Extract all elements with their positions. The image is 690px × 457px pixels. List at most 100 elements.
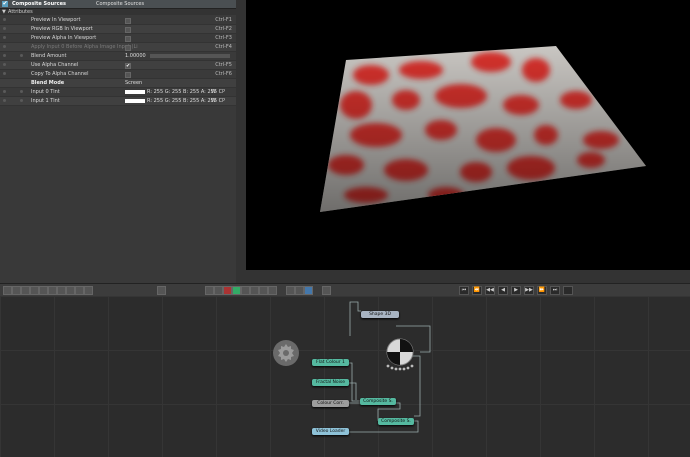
attr-label: Input 1 Tint	[31, 98, 60, 104]
attributes-section-header[interactable]: ▼ Attributes	[0, 9, 236, 15]
preview-viewport-checkbox[interactable]	[125, 18, 131, 24]
link-dot-icon[interactable]	[20, 54, 23, 57]
expose-dot-icon[interactable]	[3, 18, 6, 21]
tool-zoom-icon[interactable]	[84, 286, 93, 295]
node-colour-correct[interactable]: Colour Corr.	[312, 400, 349, 407]
link-dot-icon[interactable]	[20, 99, 23, 102]
tool-move-icon[interactable]	[12, 286, 21, 295]
attr-label: Copy To Alpha Channel	[31, 71, 89, 77]
step-back-button[interactable]: ◀	[498, 286, 508, 295]
expose-dot-icon[interactable]	[3, 99, 6, 102]
node-fractal-noise[interactable]: Fractal Noise	[312, 379, 349, 386]
scene-gear-icon[interactable]	[272, 339, 300, 367]
renderer-sphere-icon[interactable]	[382, 336, 418, 372]
view-mode-icon[interactable]	[205, 286, 214, 295]
attr-shortcut: Ctrl-F5	[215, 62, 232, 68]
viewport[interactable]	[246, 0, 690, 270]
input1-color-swatch[interactable]	[125, 99, 145, 103]
wireframe-icon[interactable]	[295, 286, 304, 295]
tool-link-icon[interactable]	[57, 286, 66, 295]
check-icon[interactable]: ✔	[2, 1, 8, 7]
expose-dot-icon[interactable]	[3, 27, 6, 30]
preview-alpha-checkbox[interactable]	[125, 36, 131, 42]
expose-dot-icon[interactable]	[3, 45, 6, 48]
preview-rgb-checkbox[interactable]	[125, 27, 131, 33]
view-grid-icon[interactable]	[214, 286, 223, 295]
attr-row-apply-input[interactable]: Apply Input 0 Before Alpha Image Input (…	[0, 43, 236, 52]
tool-grid-icon[interactable]	[39, 286, 48, 295]
expose-dot-icon[interactable]	[3, 36, 6, 39]
node-header: ✔ Composite Sources Composite Sources	[0, 0, 236, 9]
node-video-loader[interactable]: Video Loader	[312, 428, 349, 435]
node-subtitle: Composite Sources	[96, 1, 145, 7]
expose-dot-icon[interactable]	[3, 72, 6, 75]
tool-curve-icon[interactable]	[21, 286, 30, 295]
lights-icon[interactable]	[241, 286, 250, 295]
expose-dot-icon[interactable]	[3, 54, 6, 57]
node-shape-3d[interactable]: Shape 3D	[361, 311, 399, 318]
attr-row-input1-tint[interactable]: Input 1 Tint R: 255 G: 255 B: 255 A: 255…	[0, 97, 236, 106]
tool-frame-icon[interactable]	[75, 286, 84, 295]
blend-amount-slider[interactable]	[150, 54, 230, 58]
rewind-button[interactable]: ◀◀	[485, 286, 495, 295]
node-composite-sources-2[interactable]: Composite S.	[378, 418, 414, 425]
textured-plane	[320, 46, 646, 212]
attributes-label: Attributes	[8, 9, 33, 15]
apply-input-checkbox[interactable]	[125, 45, 131, 51]
link-dot-icon[interactable]	[20, 90, 23, 93]
expose-dot-icon[interactable]	[3, 90, 6, 93]
tool-snap-icon[interactable]	[48, 286, 57, 295]
view-top-icon[interactable]	[268, 286, 277, 295]
collapse-arrow-icon[interactable]: ▼	[2, 9, 6, 15]
attr-row-copy-alpha[interactable]: Copy To Alpha Channel Ctrl-F6	[0, 70, 236, 79]
copy-alpha-checkbox[interactable]	[125, 72, 131, 78]
attr-row-preview-viewport[interactable]: Preview In Viewport Ctrl-F1	[0, 16, 236, 25]
go-to-start-button[interactable]: ⏮	[459, 286, 469, 295]
attr-shortcut: Ctrl-F4	[215, 44, 232, 50]
shading-icon[interactable]	[304, 286, 313, 295]
node-flat-colour[interactable]: Flat Colour 1	[312, 359, 349, 366]
view-side-icon[interactable]	[259, 286, 268, 295]
view-front-icon[interactable]	[250, 286, 259, 295]
node-graph[interactable]: Shape 3D Flat Colour 1 Fractal Noise Col…	[0, 296, 690, 457]
use-alpha-checkbox[interactable]: ✔	[125, 63, 131, 69]
attr-label: Preview RGB In Viewport	[31, 26, 93, 32]
attr-row-use-alpha[interactable]: Use Alpha Channel ✔ Ctrl-F5	[0, 61, 236, 70]
attr-shortcut: Ctrl-F1	[215, 17, 232, 23]
tool-pattern-icon[interactable]	[66, 286, 75, 295]
expose-dot-icon[interactable]	[3, 63, 6, 66]
step-forward-button[interactable]: ▶▶	[524, 286, 534, 295]
fullscreen-icon[interactable]	[322, 286, 331, 295]
input0-p-button[interactable]: P	[222, 88, 225, 96]
attr-label: Apply Input 0 Before Alpha Image Input (…	[31, 44, 138, 50]
attr-row-preview-alpha[interactable]: Preview Alpha In Viewport Ctrl-F3	[0, 34, 236, 43]
input1-p-button[interactable]: P	[222, 97, 225, 105]
go-to-end-button[interactable]: ⏭	[550, 286, 560, 295]
attr-shortcut: Ctrl-F2	[215, 26, 232, 32]
tool-pen-icon[interactable]	[30, 286, 39, 295]
attr-row-input0-tint[interactable]: Input 0 Tint R: 255 G: 255 B: 255 A: 255…	[0, 88, 236, 97]
attr-label: Preview Alpha In Viewport	[31, 35, 97, 41]
blend-mode-select[interactable]: Screen	[125, 79, 142, 87]
loop-button[interactable]	[563, 286, 573, 295]
attributes-panel: ✔ Composite Sources Composite Sources ▼ …	[0, 0, 236, 283]
attr-shortcut: Ctrl-F3	[215, 35, 232, 41]
step-back-big-button[interactable]: ⏪	[472, 286, 482, 295]
overlay-icon[interactable]	[286, 286, 295, 295]
fast-forward-button[interactable]: ⏩	[537, 286, 547, 295]
attr-row-preview-rgb[interactable]: Preview RGB In Viewport Ctrl-F2	[0, 25, 236, 34]
attr-row-blend-amount[interactable]: Blend Amount 1.00000	[0, 52, 236, 61]
record-icon[interactable]	[223, 286, 232, 295]
camera-icon[interactable]	[232, 286, 241, 295]
tool-select-icon[interactable]	[3, 286, 12, 295]
input0-color-swatch[interactable]	[125, 90, 145, 94]
attr-row-blend-mode[interactable]: Blend Mode Screen	[0, 79, 236, 88]
input0-w-button[interactable]: W	[211, 88, 216, 96]
node-composite-sources-1[interactable]: Composite S.	[360, 398, 396, 405]
attr-label: Use Alpha Channel	[31, 62, 79, 68]
input1-w-button[interactable]: W	[211, 97, 216, 105]
blend-amount-value[interactable]: 1.00000	[125, 52, 146, 60]
attr-label: Blend Amount	[31, 53, 67, 59]
play-button[interactable]: ▶	[511, 286, 521, 295]
gear-icon[interactable]	[157, 286, 166, 295]
